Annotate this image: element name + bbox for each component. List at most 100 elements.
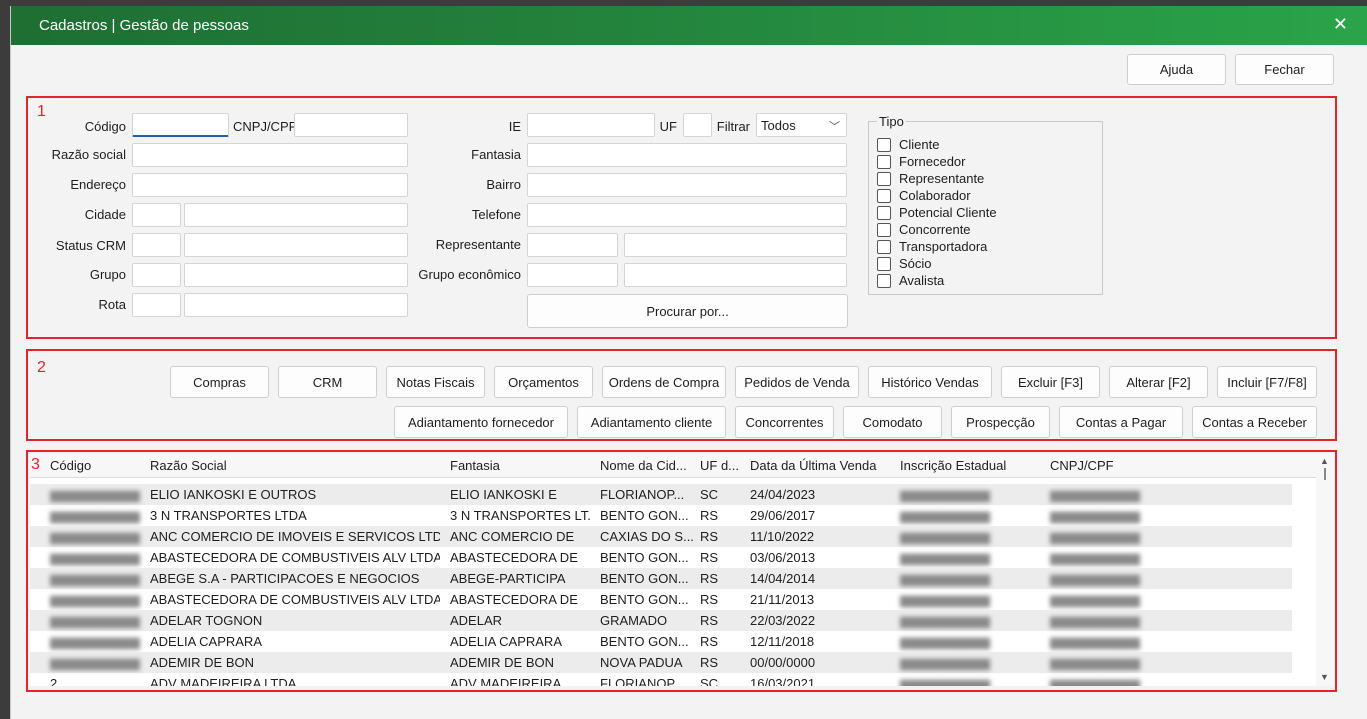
contas-a-receber-button[interactable]: Contas a Receber [1192,406,1317,438]
table-row[interactable]: ▆▆▆▆▆▆▆▆▆ ADEMIR DE BON ADEMIR DE BON NOVA … [30,652,1292,673]
checkbox-icon[interactable] [877,137,891,152]
grupo-code-input[interactable] [132,263,181,287]
fantasia-input[interactable] [527,143,847,167]
excluir-button[interactable]: Excluir [F3] [1001,366,1100,398]
cell-razao: ANC COMERCIO DE IMOVEIS E SERVICOS LTDA [150,529,440,544]
orcamentos-button[interactable]: Orçamentos [494,366,593,398]
col-inscricao-estadual[interactable]: Inscrição Estadual [900,458,1006,473]
comodato-button[interactable]: Comodato [843,406,942,438]
rota-name-input[interactable] [184,293,408,317]
cell-codigo: ▆▆▆▆▆▆▆▆▆ [50,550,140,565]
status-crm-name-input[interactable] [184,233,408,257]
table-row[interactable]: ▆▆▆▆▆▆▆▆▆ 3 N TRANSPORTES LTDA 3 N TRANSPO… [30,505,1292,526]
cell-cidade: FLORIANOP... [600,676,685,686]
tipo-representante-checkbox[interactable]: Representante [877,171,984,186]
representante-code-input[interactable] [527,233,618,257]
checkbox-icon[interactable] [877,154,891,169]
checkbox-icon[interactable] [877,188,891,203]
cell-cnpj: ▆▆▆▆▆▆▆▆▆ [1050,676,1140,686]
table-row[interactable]: ▆▆▆▆▆▆▆▆▆ ABASTECEDORA DE COMBUSTIVEIS AL… [30,547,1292,568]
tipo-option-label: Cliente [899,137,940,152]
checkbox-icon[interactable] [877,171,891,186]
tipo-concorrente-checkbox[interactable]: Concorrente [877,222,971,237]
prospeccao-button[interactable]: Prospecção [951,406,1050,438]
endereco-label: Endereço [70,177,126,192]
crm-button[interactable]: CRM [278,366,377,398]
region-1-number: 1 [37,103,46,120]
ordens-de-compra-button[interactable]: Ordens de Compra [602,366,726,398]
tipo-colaborador-checkbox[interactable]: Colaborador [877,188,971,203]
tipo-potencial-cliente-checkbox[interactable]: Potencial Cliente [877,205,997,220]
notas-fiscais-button[interactable]: Notas Fiscais [386,366,485,398]
historico-vendas-button[interactable]: Histórico Vendas [868,366,992,398]
concorrentes-button[interactable]: Concorrentes [735,406,834,438]
cell-razao: ADV MADEIREIRA LTDA [150,676,297,686]
contas-a-pagar-button[interactable]: Contas a Pagar [1059,406,1183,438]
table-row[interactable]: ▆▆▆▆▆▆▆▆▆ ANC COMERCIO DE IMOVEIS E SERVI… [30,526,1292,547]
scroll-thumb[interactable] [1324,468,1326,480]
checkbox-icon[interactable] [877,222,891,237]
col-cnpj-cpf[interactable]: CNPJ/CPF [1050,458,1114,473]
checkbox-icon[interactable] [877,239,891,254]
cell-codigo: ▆▆▆▆▆▆▆▆▆ [50,655,140,670]
tipo-socio-checkbox[interactable]: Sócio [877,256,932,271]
alterar-button[interactable]: Alterar [F2] [1109,366,1208,398]
table-row[interactable]: ▆▆▆▆▆▆▆▆▆ ABEGE S.A - PARTICIPACOES E NEG… [30,568,1292,589]
adiantamento-cliente-button[interactable]: Adiantamento cliente [577,406,726,438]
col-uf[interactable]: UF d... [700,458,739,473]
rota-code-input[interactable] [132,293,181,317]
bairro-input[interactable] [527,173,847,197]
representante-name-input[interactable] [624,233,847,257]
help-button[interactable]: Ajuda [1127,54,1226,85]
col-data-ultima-venda[interactable]: Data da Última Venda [750,458,876,473]
checkbox-icon[interactable] [877,273,891,288]
cnpj-input[interactable] [294,113,408,137]
col-cidade[interactable]: Nome da Cid... [600,458,687,473]
ie-input[interactable] [527,113,655,137]
incluir-button[interactable]: Incluir [F7/F8] [1217,366,1317,398]
grupo-name-input[interactable] [184,263,408,287]
tipo-fornecedor-checkbox[interactable]: Fornecedor [877,154,965,169]
checkbox-icon[interactable] [877,256,891,271]
table-row[interactable]: ▆▆▆▆▆▆▆▆▆ ELIO IANKOSKI E OUTROS ELIO IANK… [30,484,1292,505]
scroll-up-icon[interactable]: ▲ [1320,456,1329,466]
checkbox-icon[interactable] [877,205,891,220]
grupo-economico-name-input[interactable] [624,263,847,287]
cidade-name-input[interactable] [184,203,408,227]
col-codigo[interactable]: Código [50,458,91,473]
tipo-cliente-checkbox[interactable]: Cliente [877,137,939,152]
telefone-input[interactable] [527,203,847,227]
razao-social-input[interactable] [132,143,408,167]
cell-fantasia: ABEGE-PARTICIPA [450,571,566,586]
uf-input[interactable] [683,113,712,137]
table-row[interactable]: ▆▆▆▆▆▆▆▆▆ ADELAR TOGNON ADELAR GRAMADO RS 22/… [30,610,1292,631]
scroll-down-icon[interactable]: ▼ [1320,672,1329,682]
table-row[interactable]: 2 ADV MADEIREIRA LTDA ADV MADEIREIRA FLORIA… [30,673,1292,686]
tipo-option-label: Concorrente [899,222,971,237]
pedidos-de-venda-button[interactable]: Pedidos de Venda [735,366,859,398]
cell-ie: ▆▆▆▆▆▆▆▆▆ [900,676,990,686]
adiantamento-fornecedor-button[interactable]: Adiantamento fornecedor [394,406,568,438]
people-grid: Código Razão Social Fantasia Nome da Cid… [30,454,1334,686]
filtrar-select[interactable]: Todos ﹀ [756,113,847,137]
col-fantasia[interactable]: Fantasia [450,458,500,473]
table-row[interactable]: ▆▆▆▆▆▆▆▆▆ ADELIA CAPRARA ADELIA CAPRARA BEN… [30,631,1292,652]
close-icon[interactable]: ✕ [1333,14,1348,35]
cell-uf: RS [700,634,719,649]
col-razao-social[interactable]: Razão Social [150,458,227,473]
filtrar-label: Filtrar [716,119,750,134]
grid-scrollbar[interactable]: ▲ ▼ [1316,454,1334,686]
cidade-code-input[interactable] [132,203,181,227]
endereco-input[interactable] [132,173,408,197]
tipo-transportadora-checkbox[interactable]: Transportadora [877,239,987,254]
close-button[interactable]: Fechar [1235,54,1334,85]
cell-uf: SC [700,676,719,686]
compras-button[interactable]: Compras [170,366,269,398]
grupo-economico-code-input[interactable] [527,263,618,287]
tipo-option-label: Colaborador [899,188,971,203]
table-row[interactable]: ▆▆▆▆▆▆▆▆▆ ABASTECEDORA DE COMBUSTIVEIS AL… [30,589,1292,610]
codigo-input[interactable] [132,113,229,137]
tipo-avalista-checkbox[interactable]: Avalista [877,273,944,288]
status-crm-code-input[interactable] [132,233,181,257]
procurar-button[interactable]: Procurar por... [527,294,848,328]
